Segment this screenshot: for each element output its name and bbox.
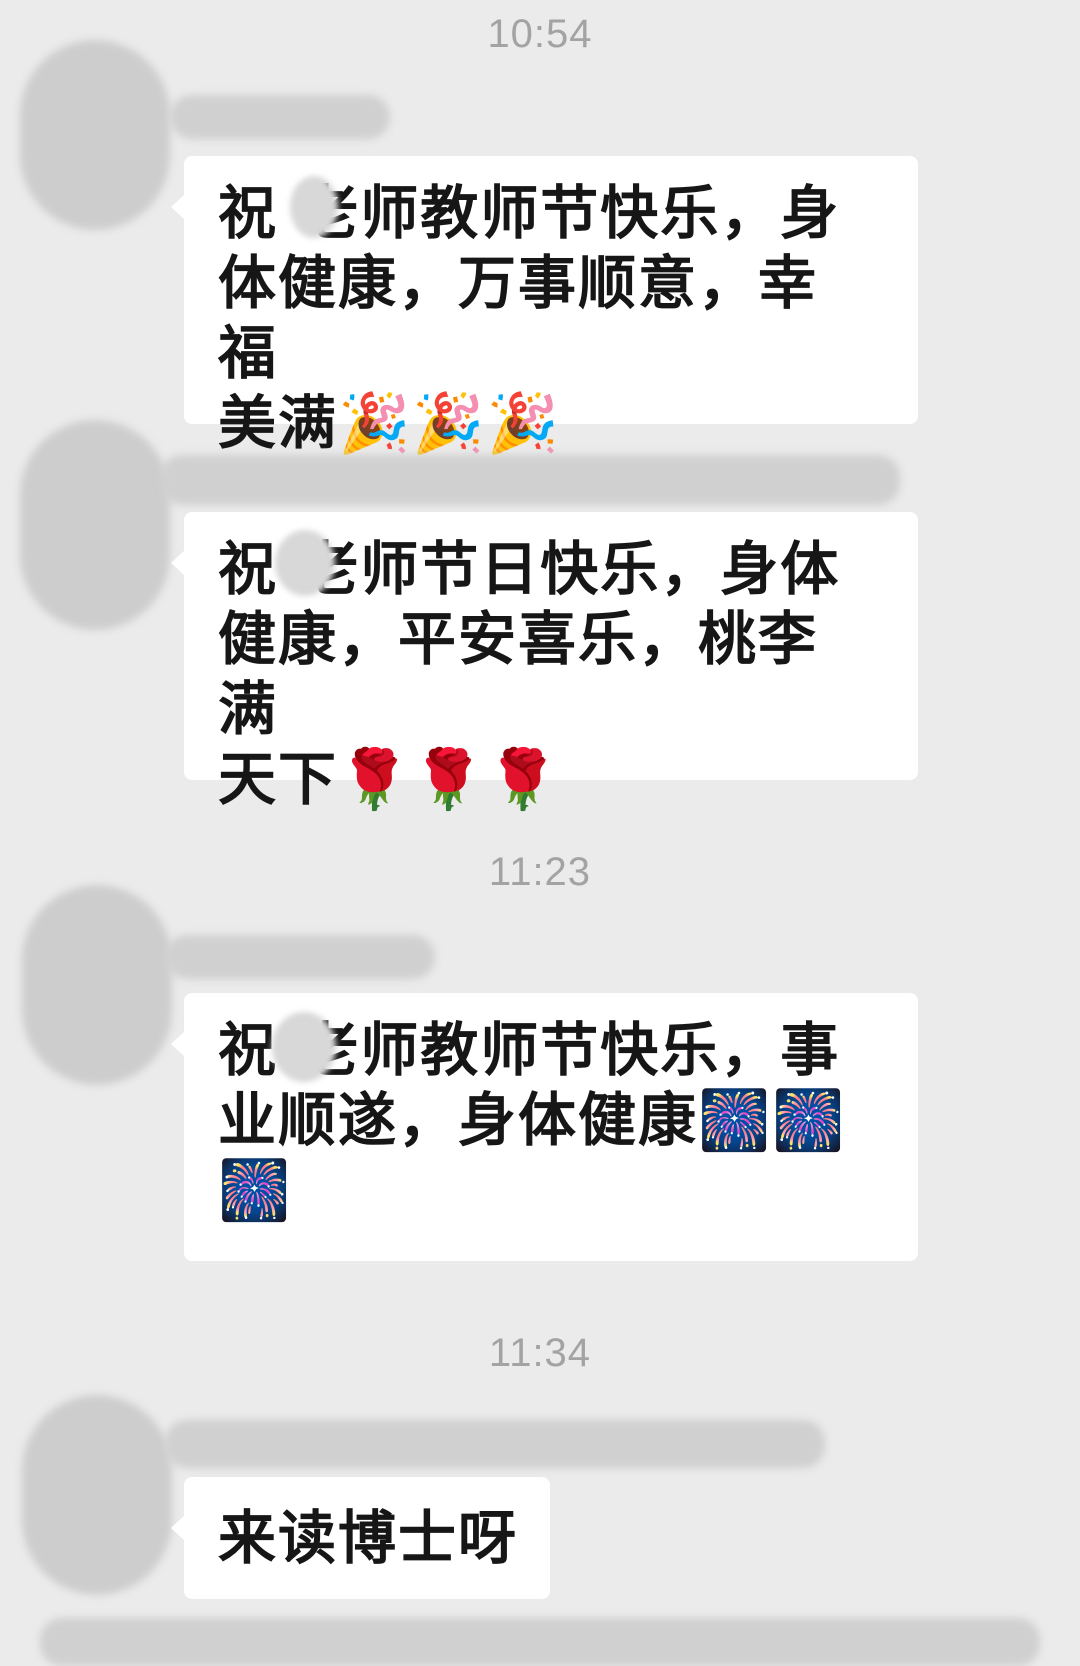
- message-line: 体健康，万事顺意，幸福: [218, 249, 819, 387]
- redaction-smudge: [272, 1012, 336, 1082]
- message-bubble[interactable]: 来读博士呀: [171, 1477, 550, 1599]
- redaction-smudge: [290, 176, 338, 238]
- timestamp: 10:54: [487, 12, 593, 56]
- avatar[interactable]: [20, 40, 170, 230]
- sender-name-redacted: [160, 455, 900, 505]
- message-line: 健康，平安喜乐，桃李满: [218, 605, 819, 743]
- avatar[interactable]: [20, 420, 170, 630]
- message-line: 天下🌹🌹🌹: [218, 745, 561, 813]
- avatar[interactable]: [22, 885, 172, 1085]
- party-popper-emoji: 🎉🎉🎉: [338, 389, 561, 457]
- message-line: 🎆: [218, 1155, 858, 1225]
- sender-name-redacted: [165, 935, 435, 979]
- fireworks-emoji: 🎆: [218, 1156, 293, 1224]
- message-line: 美满🎉🎉🎉: [218, 389, 561, 457]
- rose-emoji: 🌹🌹🌹: [338, 745, 561, 813]
- fireworks-emoji: 🎆🎆: [698, 1086, 847, 1154]
- redacted-area: [40, 1618, 1040, 1666]
- avatar[interactable]: [22, 1395, 172, 1595]
- message-line: 业顺遂，身体健康🎆🎆: [218, 1086, 847, 1154]
- sender-name-redacted: [170, 95, 390, 139]
- sender-name-redacted: [165, 1420, 825, 1468]
- redaction-smudge: [275, 530, 335, 596]
- timestamp: 11:23: [488, 850, 592, 894]
- timestamp: 11:34: [488, 1331, 592, 1375]
- message-text: 来读博士呀: [218, 1504, 519, 1572]
